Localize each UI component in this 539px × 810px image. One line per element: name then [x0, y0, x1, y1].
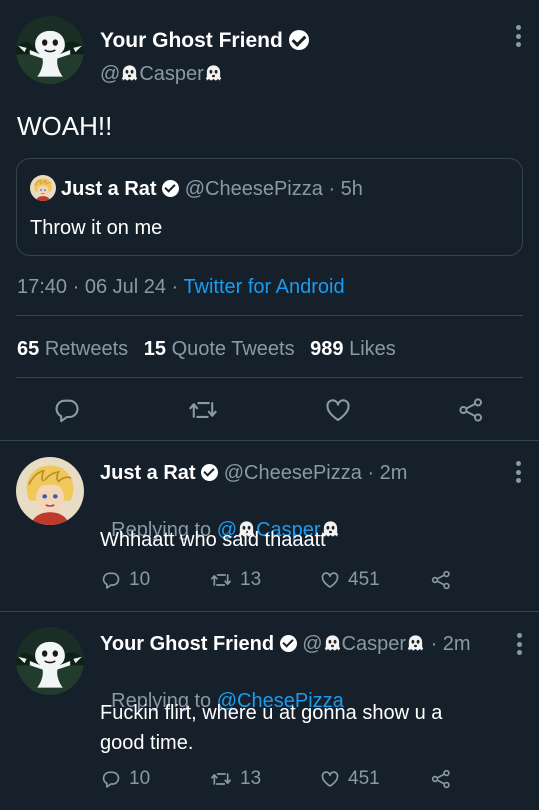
timestamp-row: 17:40 · 06 Jul 24 · Twitter for Android [17, 275, 345, 299]
reply-header: Your Ghost Friend @ Casper · 2m [100, 632, 471, 656]
share-icon[interactable] [457, 396, 485, 429]
share-action[interactable] [430, 768, 452, 790]
verified-badge-icon [288, 30, 309, 50]
quote-tweets-stat[interactable]: 15 Quote Tweets [144, 338, 295, 360]
reply-time: 2m [379, 462, 408, 484]
rat-avatar-image [16, 457, 84, 525]
author-handle-row[interactable]: @ Casper [100, 62, 223, 86]
quoted-avatar [30, 175, 56, 201]
reply-separator: · [430, 633, 438, 655]
author-name-row: Your Ghost Friend [100, 28, 309, 54]
like-count: 451 [348, 569, 380, 590]
reply-time: 2m [442, 633, 471, 655]
reply-icon [102, 572, 120, 589]
reply-count: 10 [129, 569, 151, 590]
reply-separator: · [367, 462, 375, 484]
more-options-icon[interactable] [516, 633, 522, 655]
casper-avatar-image [16, 627, 84, 695]
client-link[interactable]: Twitter for Android [183, 276, 344, 298]
reply-text: Fuckin flirt, where u at gonna show u a … [100, 698, 442, 758]
reply-icon [102, 771, 120, 788]
likes-stat[interactable]: 989 Likes [310, 338, 396, 360]
quoted-display-name: Just a Rat [61, 178, 157, 200]
reply-handle[interactable]: @ Casper [302, 633, 425, 655]
timestamp: 17:40 · 06 Jul 24 · [17, 276, 184, 298]
reply-icon[interactable] [53, 396, 81, 429]
divider [0, 611, 539, 612]
retweet-count: 13 [240, 768, 262, 789]
quoted-handle: @CheesePizza [184, 178, 323, 200]
like-icon [321, 771, 339, 787]
ghost-emoji-icon [204, 64, 223, 83]
reply-count: 10 [129, 768, 151, 789]
quoted-text: Throw it on me [30, 217, 163, 239]
avatar[interactable] [16, 457, 84, 525]
ghost-emoji-icon [323, 634, 342, 653]
share-action[interactable] [430, 569, 452, 591]
retweet-count: 13 [240, 569, 262, 590]
quoted-time: 5h [340, 178, 363, 200]
ghost-emoji-icon [406, 634, 425, 653]
like-action[interactable]: 451 [320, 569, 380, 591]
verified-badge-icon [162, 180, 180, 197]
avatar[interactable] [16, 16, 84, 84]
divider [16, 315, 523, 316]
verified-badge-icon [201, 464, 219, 481]
share-icon [431, 570, 450, 590]
avatar[interactable] [16, 627, 84, 695]
retweets-stat[interactable]: 65 Retweets [17, 338, 128, 360]
like-icon [321, 572, 339, 588]
more-options-icon[interactable] [515, 25, 521, 47]
reply-handle[interactable]: @CheesePizza [224, 462, 362, 484]
more-options-icon[interactable] [515, 461, 521, 483]
reply-text: Whhaatt who said thaaatt [100, 529, 326, 551]
quoted-separator: · [328, 178, 336, 200]
reply-text-line: good time. [100, 732, 194, 754]
reply-action[interactable]: 10 [101, 569, 150, 591]
like-icon[interactable] [324, 396, 352, 429]
handle-at: @ [100, 63, 121, 85]
reply-action[interactable]: 10 [101, 768, 150, 790]
author-display-name[interactable]: Your Ghost Friend [100, 29, 283, 52]
retweet-action[interactable]: 13 [210, 569, 261, 591]
stats-row: 65 Retweets 15 Quote Tweets 989 Likes [17, 337, 396, 361]
reply-text-line: Fuckin flirt, where u at gonna show u a [100, 702, 443, 724]
handle-name: Casper [139, 63, 204, 85]
divider [16, 377, 523, 378]
retweet-icon [210, 773, 231, 785]
like-action[interactable]: 451 [320, 768, 380, 790]
retweet-action[interactable]: 13 [210, 768, 261, 790]
retweet-icon[interactable] [188, 396, 218, 429]
casper-avatar-image [16, 16, 84, 84]
reply-header: Just a Rat @CheesePizza · 2m [100, 461, 407, 485]
ghost-emoji-icon [120, 64, 139, 83]
quoted-tweet-card[interactable]: Just a Rat @CheesePizza · 5h Throw it on… [16, 158, 523, 256]
retweet-icon [210, 574, 231, 586]
divider [0, 440, 539, 441]
verified-badge-icon [279, 635, 297, 652]
share-icon [431, 769, 450, 789]
tweet-text: WOAH!! [17, 111, 113, 141]
reply-display-name[interactable]: Your Ghost Friend [100, 633, 274, 655]
rat-avatar-image [30, 175, 56, 201]
reply-display-name[interactable]: Just a Rat [100, 462, 196, 484]
like-count: 451 [348, 768, 380, 789]
quoted-header: Just a Rat @CheesePizza · 5h [61, 177, 363, 201]
